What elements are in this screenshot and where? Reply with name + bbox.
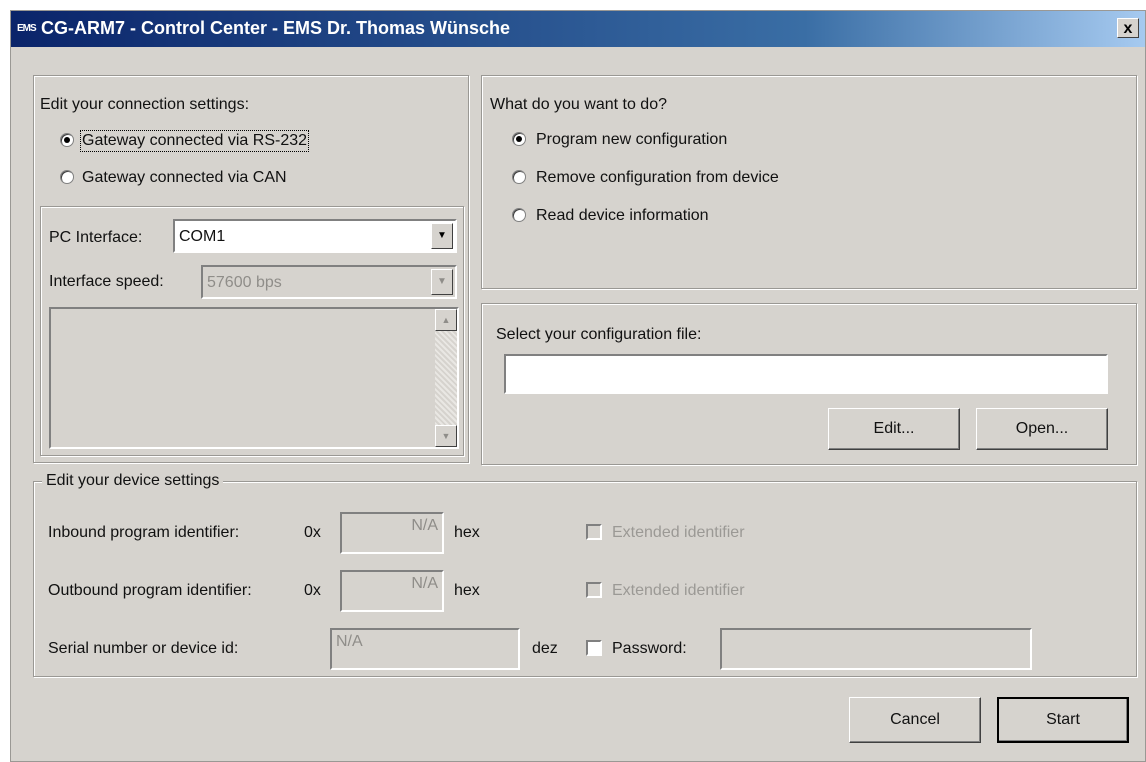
control-center-window: EMS CG-ARM7 - Control Center - EMS Dr. T… [10, 10, 1146, 762]
inbound-extended-checkbox[interactable] [586, 524, 602, 540]
window-title: CG-ARM7 - Control Center - EMS Dr. Thoma… [41, 18, 511, 38]
config-file-input[interactable] [504, 354, 1108, 394]
action-group: What do you want to do? Program new conf… [481, 75, 1137, 289]
radio-program-new[interactable] [512, 132, 526, 146]
radio-remove-config-label[interactable]: Remove configuration from device [536, 169, 779, 187]
interface-speed-select[interactable]: 57600 bps ▼ [201, 265, 457, 299]
config-file-heading: Select your configuration file: [496, 326, 702, 343]
radio-read-info[interactable] [512, 208, 526, 222]
title-bar: EMS CG-ARM7 - Control Center - EMS Dr. T… [11, 11, 1145, 47]
pc-interface-select[interactable]: COM1 ▼ [173, 219, 457, 253]
password-label[interactable]: Password: [612, 640, 687, 658]
connection-settings-heading: Edit your connection settings: [40, 96, 250, 113]
interface-speed-dropdown-arrow-icon[interactable]: ▼ [431, 269, 453, 295]
serial-number-value: N/A [336, 633, 363, 650]
inbound-extended-label[interactable]: Extended identifier [612, 524, 745, 542]
inbound-label: Inbound program identifier: [48, 524, 240, 541]
pc-interface-value: COM1 [179, 228, 226, 245]
serial-label: Serial number or device id: [48, 640, 239, 657]
scroll-down-icon[interactable]: ▼ [435, 425, 457, 447]
radio-program-new-label[interactable]: Program new configuration [536, 131, 727, 149]
details-scrollbar[interactable]: ▲ ▼ [435, 309, 457, 447]
outbound-prefix: 0x [304, 582, 321, 599]
connection-settings-group: Edit your connection settings: Gateway c… [33, 75, 469, 463]
start-button[interactable]: Start [997, 697, 1129, 743]
outbound-extended-checkbox[interactable] [586, 582, 602, 598]
serial-number-field[interactable]: N/A [330, 628, 520, 670]
inbound-prefix: 0x [304, 524, 321, 541]
interface-details-panel: ▲ ▼ [49, 307, 459, 449]
outbound-unit: hex [454, 582, 480, 599]
device-settings-group: Edit your device settings Inbound progra… [33, 472, 1137, 677]
outbound-identifier-field[interactable]: N/A [340, 570, 444, 612]
outbound-extended-label[interactable]: Extended identifier [612, 582, 745, 600]
inbound-identifier-value: N/A [411, 517, 438, 534]
password-checkbox[interactable] [586, 640, 602, 656]
pc-interface-label: PC Interface: [49, 229, 143, 246]
password-field[interactable] [720, 628, 1032, 670]
scroll-up-icon[interactable]: ▲ [435, 309, 457, 331]
device-settings-legend: Edit your device settings [42, 472, 224, 490]
edit-button[interactable]: Edit... [828, 408, 960, 450]
radio-remove-config[interactable] [512, 170, 526, 184]
open-button[interactable]: Open... [976, 408, 1108, 450]
interface-speed-value: 57600 bps [207, 274, 282, 291]
close-button[interactable]: x [1117, 18, 1139, 38]
cancel-button[interactable]: Cancel [849, 697, 981, 743]
radio-rs232[interactable] [60, 133, 74, 147]
radio-can-label[interactable]: Gateway connected via CAN [82, 169, 287, 187]
radio-can[interactable] [60, 170, 74, 184]
outbound-identifier-value: N/A [411, 575, 438, 592]
inbound-identifier-field[interactable]: N/A [340, 512, 444, 554]
serial-unit: dez [532, 640, 558, 657]
inbound-unit: hex [454, 524, 480, 541]
interface-speed-label: Interface speed: [49, 273, 164, 290]
outbound-label: Outbound program identifier: [48, 582, 252, 599]
radio-read-info-label[interactable]: Read device information [536, 207, 709, 225]
interface-subgroup: PC Interface: COM1 ▼ Interface speed: 57… [40, 206, 464, 456]
pc-interface-dropdown-arrow-icon[interactable]: ▼ [431, 223, 453, 249]
config-file-group: Select your configuration file: Edit... … [481, 303, 1137, 465]
radio-rs232-label[interactable]: Gateway connected via RS-232 [79, 130, 310, 152]
action-heading: What do you want to do? [490, 96, 667, 113]
app-icon: EMS [17, 23, 37, 34]
